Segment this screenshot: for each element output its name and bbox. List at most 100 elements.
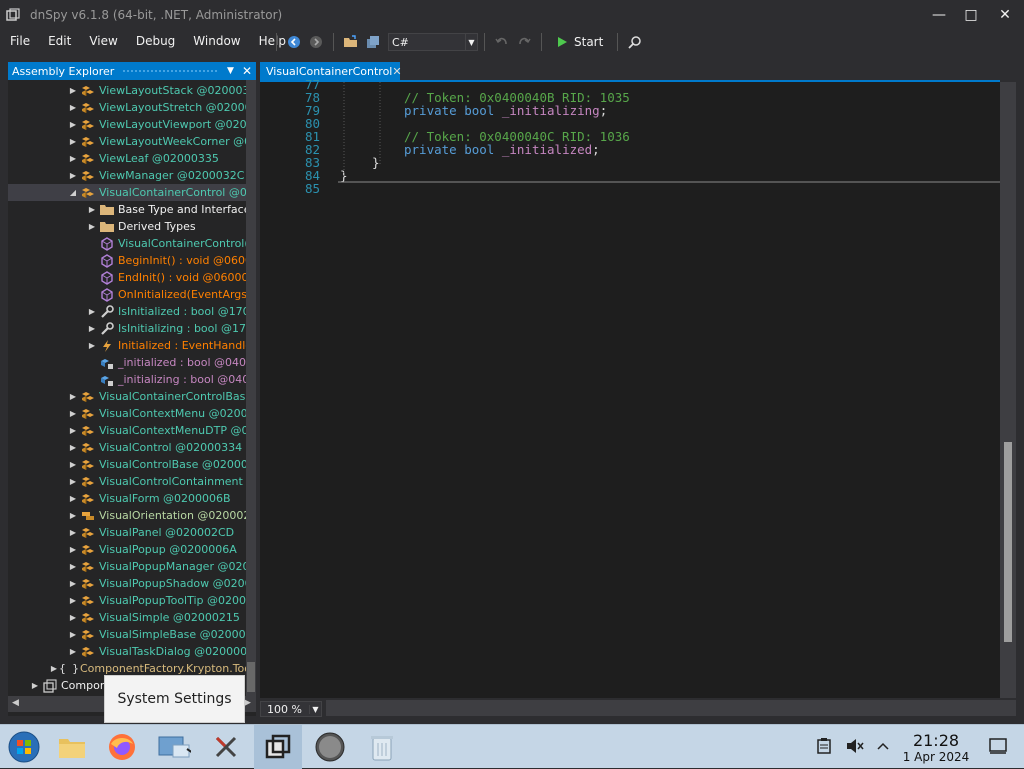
start-orb-icon[interactable]: [0, 725, 48, 769]
tree-item[interactable]: _initialized : bool @0400: [8, 354, 246, 371]
tree-item[interactable]: ▶ VisualContextMenuDTP @02: [8, 422, 246, 439]
tree-item[interactable]: ▶ VisualOrientation @0200023: [8, 507, 246, 524]
save-all-icon[interactable]: [362, 31, 384, 53]
chevron-down-icon[interactable]: ▼: [309, 704, 321, 714]
tree-item[interactable]: ▶ VisualPanel @020002CD: [8, 524, 246, 541]
tree-item[interactable]: ▶ VisualContextMenu @02000: [8, 405, 246, 422]
expand-arrow-icon[interactable]: ▶: [68, 630, 78, 639]
dnspy-icon[interactable]: [254, 725, 302, 769]
zoom-select[interactable]: 100 % ▼: [260, 701, 322, 717]
tree-item[interactable]: ▶ Initialized : EventHandle: [8, 337, 246, 354]
tree-vertical-scrollbar[interactable]: [246, 80, 256, 696]
tree-item[interactable]: ▶ VisualControlBase @020000: [8, 456, 246, 473]
back-icon[interactable]: [283, 31, 305, 53]
expand-arrow-icon[interactable]: ▶: [68, 511, 78, 520]
xfce-icon[interactable]: [202, 725, 250, 769]
editor-vertical-scrollbar[interactable]: [1000, 82, 1016, 698]
chevron-down-icon[interactable]: ▼: [465, 34, 477, 50]
tree-item[interactable]: ▶ VisualControlContainment @: [8, 473, 246, 490]
expand-arrow-icon[interactable]: ▶: [68, 477, 78, 486]
show-desktop-icon[interactable]: [988, 736, 1008, 756]
grip-dots[interactable]: [122, 69, 220, 73]
tree-item[interactable]: ▶ VisualPopupShadow @02000: [8, 575, 246, 592]
tree-item[interactable]: ▶ Derived Types: [8, 218, 246, 235]
close-icon[interactable]: ✕: [392, 65, 401, 78]
expand-arrow-icon[interactable]: ▶: [87, 324, 97, 333]
expand-arrow-icon[interactable]: ▶: [68, 154, 78, 163]
minimize-icon[interactable]: —: [922, 0, 956, 30]
scroll-right-icon[interactable]: ▶: [244, 698, 251, 708]
scroll-left-icon[interactable]: ◀: [12, 698, 19, 708]
expand-arrow-icon[interactable]: ▶: [68, 426, 78, 435]
expand-arrow-icon[interactable]: ▶: [49, 664, 59, 673]
expand-arrow-icon[interactable]: ▶: [68, 596, 78, 605]
redo-icon[interactable]: [513, 31, 535, 53]
expand-arrow-icon[interactable]: ▶: [30, 681, 40, 690]
tree-item[interactable]: ▶ ViewLayoutStack @0200031: [8, 82, 246, 99]
tree-item[interactable]: BeginInit() : void @0600: [8, 252, 246, 269]
tree-item[interactable]: VisualContainerControl(): [8, 235, 246, 252]
menu-window[interactable]: Window: [183, 31, 248, 51]
tree-item[interactable]: ▶ VisualSimple @02000215: [8, 609, 246, 626]
tree-item[interactable]: ▶ VisualForm @0200006B: [8, 490, 246, 507]
menu-file[interactable]: File: [0, 31, 38, 51]
volume-muted-icon[interactable]: [845, 736, 865, 756]
expand-arrow-icon[interactable]: ▶: [68, 103, 78, 112]
tree-item[interactable]: ▶ VisualControl @02000334: [8, 439, 246, 456]
system-settings-icon[interactable]: [150, 725, 198, 769]
expand-arrow-icon[interactable]: ▶: [68, 120, 78, 129]
expand-arrow-icon[interactable]: ▶: [68, 137, 78, 146]
tree-item[interactable]: ▶ VisualPopup @0200006A: [8, 541, 246, 558]
tree-item[interactable]: ▶ VisualPopupToolTip @02000: [8, 592, 246, 609]
tree-item[interactable]: ▶ VisualTaskDialog @0200002: [8, 643, 246, 660]
tree-item[interactable]: ▶ VisualContainerControlBase: [8, 388, 246, 405]
firefox-icon[interactable]: [98, 725, 146, 769]
expand-arrow-icon[interactable]: ▶: [68, 579, 78, 588]
tree-item[interactable]: ▶ VisualPopupManager @0200: [8, 558, 246, 575]
expand-arrow-icon[interactable]: ▶: [68, 562, 78, 571]
maximize-icon[interactable]: □: [954, 0, 988, 30]
tree-item[interactable]: ▶ IsInitialized : bool @170: [8, 303, 246, 320]
scrollbar-thumb[interactable]: [1004, 442, 1012, 642]
tree-item[interactable]: ▶ Base Type and Interface: [8, 201, 246, 218]
open-folder-icon[interactable]: [340, 31, 362, 53]
tree-item[interactable]: ▶ ViewLayoutViewport @02000: [8, 116, 246, 133]
close-icon[interactable]: ✕: [242, 64, 252, 78]
start-debug-button[interactable]: Start: [548, 35, 611, 49]
scrollbar-thumb[interactable]: [247, 662, 255, 692]
tree-item[interactable]: ▶ IsInitializing : bool @170: [8, 320, 246, 337]
expand-arrow-icon[interactable]: ▶: [68, 647, 78, 656]
expand-arrow-icon[interactable]: ▶: [87, 341, 97, 350]
recycle-bin-icon[interactable]: [358, 725, 406, 769]
tree-item[interactable]: ▶ ViewManager @0200032C: [8, 167, 246, 184]
expand-arrow-icon[interactable]: ▶: [68, 86, 78, 95]
expand-arrow-icon[interactable]: ▶: [68, 613, 78, 622]
expand-arrow-icon[interactable]: ▶: [87, 222, 97, 231]
menu-edit[interactable]: Edit: [38, 31, 79, 51]
tree-item[interactable]: _initializing : bool @040: [8, 371, 246, 388]
safari-icon[interactable]: [306, 725, 354, 769]
close-icon[interactable]: ✕: [988, 0, 1022, 30]
language-select[interactable]: C# ▼: [388, 33, 478, 51]
forward-icon[interactable]: [305, 31, 327, 53]
tree-item[interactable]: EndInit() : void @060000: [8, 269, 246, 286]
expand-arrow-icon[interactable]: ▶: [68, 545, 78, 554]
chevron-down-icon[interactable]: ▼: [227, 66, 234, 76]
menu-view[interactable]: View: [79, 31, 125, 51]
search-icon[interactable]: [624, 31, 646, 53]
tree-item[interactable]: ◢ VisualContainerControl @020: [8, 184, 246, 201]
collapse-arrow-icon[interactable]: ◢: [68, 188, 78, 197]
expand-arrow-icon[interactable]: ▶: [68, 494, 78, 503]
tree-item[interactable]: ▶ VisualSimpleBase @0200003: [8, 626, 246, 643]
file-explorer-icon[interactable]: [48, 725, 96, 769]
clipboard-icon[interactable]: [814, 736, 834, 756]
expand-arrow-icon[interactable]: ▶: [68, 409, 78, 418]
expand-arrow-icon[interactable]: ▶: [68, 443, 78, 452]
menu-debug[interactable]: Debug: [126, 31, 183, 51]
editor-horizontal-scrollbar[interactable]: [326, 700, 1016, 716]
undo-icon[interactable]: [491, 31, 513, 53]
expand-arrow-icon[interactable]: ▶: [68, 528, 78, 537]
code-editor[interactable]: 77 78// Token: 0x0400040B RID: 1035 79 priv…: [260, 78, 1000, 698]
tree-item[interactable]: OnInitialized(EventArgs): [8, 286, 246, 303]
expand-arrow-icon[interactable]: ▶: [68, 171, 78, 180]
